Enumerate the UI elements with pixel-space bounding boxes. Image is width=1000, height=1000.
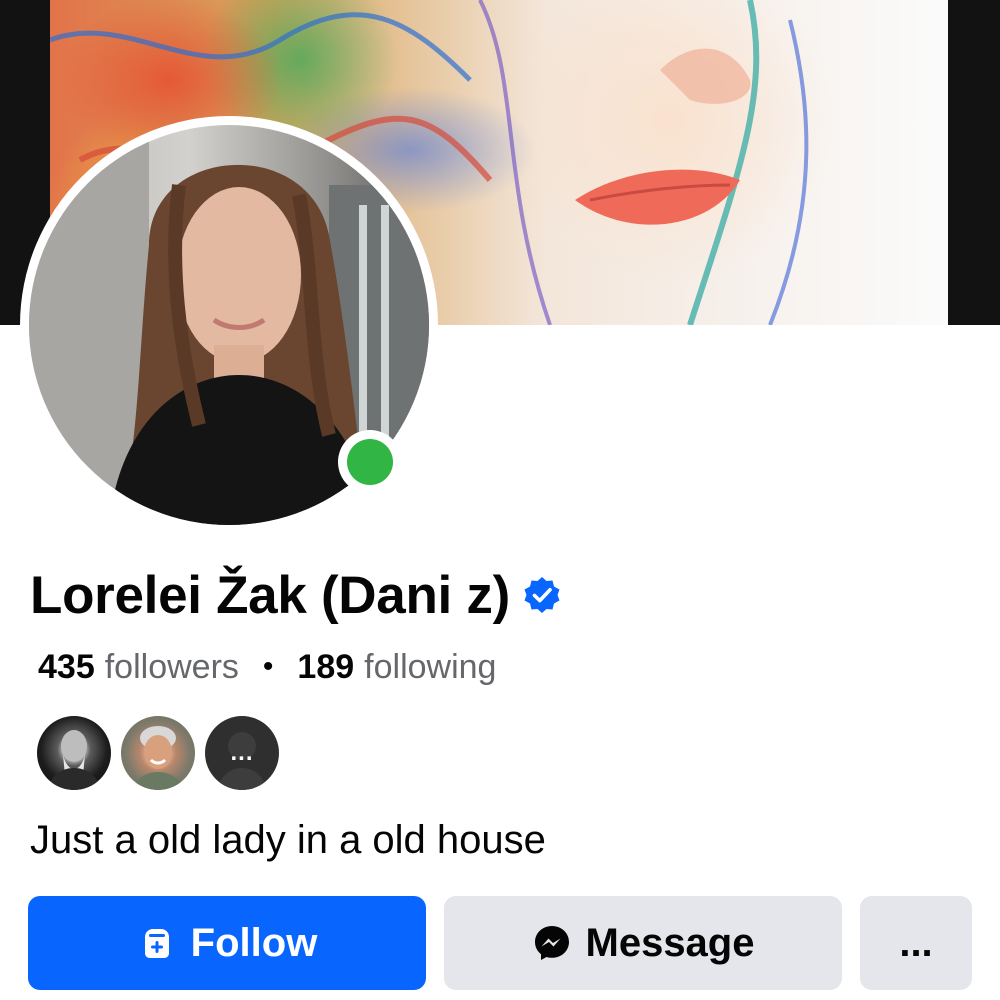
follow-user-icon (144, 929, 169, 958)
message-label: Message (585, 920, 755, 965)
follow-stats: 435 followers • 189 following (38, 645, 496, 689)
following-count: 189 (297, 647, 355, 686)
messenger-icon (534, 926, 569, 960)
profile-name-row: Lorelei Žak (Dani z) (30, 560, 562, 630)
following-link[interactable]: 189 following (297, 648, 496, 687)
mutual-friends-avatars: ... (37, 716, 289, 790)
friend-avatar[interactable] (37, 716, 111, 790)
follow-button[interactable]: Follow (28, 896, 426, 990)
profile-name: Lorelei Žak (Dani z) (30, 565, 510, 625)
followers-link[interactable]: 435 followers (38, 648, 239, 687)
followers-label: followers (104, 647, 239, 686)
more-friends-button[interactable]: ... (205, 716, 279, 790)
more-friends-label: ... (230, 739, 254, 766)
follow-label: Follow (190, 920, 318, 965)
stats-separator: • (262, 650, 274, 683)
more-options-icon: ... (899, 920, 933, 965)
verified-badge-icon[interactable] (522, 575, 562, 615)
followers-count: 435 (38, 647, 95, 686)
profile-bio: Just a old lady in a old house (30, 818, 546, 862)
message-button[interactable]: Message (444, 896, 842, 990)
online-status-indicator (338, 430, 402, 494)
following-label: following (364, 647, 497, 686)
friend-avatar[interactable] (121, 716, 195, 790)
more-options-button[interactable]: ... (860, 896, 972, 990)
